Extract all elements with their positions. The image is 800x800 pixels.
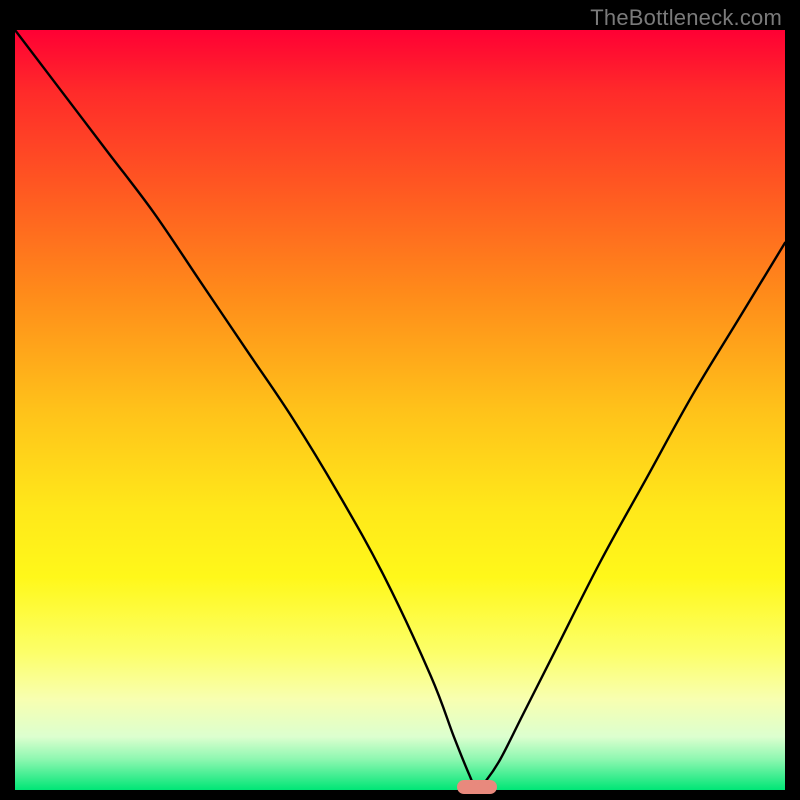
chart-background-gradient [15,30,785,790]
chart-frame [15,30,785,790]
watermark-text: TheBottleneck.com [590,5,782,31]
optimal-marker [457,780,497,794]
